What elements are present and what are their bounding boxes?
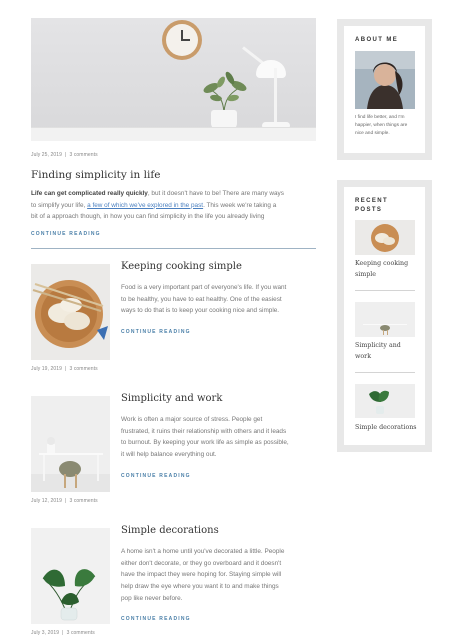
about-me-text: I find life better, and I'm happier, whe… [355,114,417,138]
featured-post-meta: July 25, 2019 | 3 comments [31,152,98,158]
post-date: July 3, 2019 [31,630,60,636]
excerpt-line: Food is a very important part of everyon… [121,284,287,291]
portrait-graphic [355,51,415,109]
excerpt-line: either don't decorate, or they go overbo… [121,559,282,567]
continue-reading-link-2[interactable]: CONTINUE READING [121,473,191,479]
excerpt-line: pop like never before. [121,594,183,602]
excerpt-line: frustrated, it ruins their relationship … [121,427,287,435]
comments-link[interactable]: 3 comments [69,152,97,158]
plant-graphic [203,71,247,113]
excerpt-line: Work is often a major source of stress. … [121,416,263,423]
recent-posts-widget: RECENT POSTS Keeping cooking simple Simp… [337,180,432,452]
post-thumbnail-decorations[interactable] [31,528,110,624]
recent-divider [355,290,415,291]
dumplings-bowl-graphic [31,264,110,360]
desk-chair-graphic [31,396,110,492]
excerpt-line: A home isn't a home until you've decorat… [121,548,285,555]
about-me-photo [355,51,415,109]
recent-post-line: Simplicity and [355,342,401,349]
dumplings-mini-graphic [355,220,415,255]
featured-post-excerpt: Life can get complicated really quickly,… [31,188,321,223]
recent-post-line: Simple decorations [355,424,417,431]
recent-post-thumb-1[interactable] [355,220,415,255]
wall-clock-graphic [162,20,202,60]
comments-link[interactable]: 3 comments [69,498,97,504]
section-divider [31,248,316,249]
excerpt-line3: bit of a approach though, in how you can… [31,213,265,221]
recent-post-line: simple [355,270,376,278]
post-excerpt-2: Work is often a major source of stress. … [121,414,321,461]
post-meta-3: July 3, 2019 | 3 comments [31,630,95,636]
excerpt-line2-post: . This week we're taking a [203,201,277,209]
about-line: I find life better, and I'm [355,115,405,120]
recent-post-thumb-3[interactable] [355,384,415,418]
continue-reading-link-3[interactable]: CONTINUE READING [121,616,191,622]
post-title-2[interactable]: Simplicity and work [121,393,222,404]
about-me-card: ABOUT ME I find life better, and I'm hap… [344,26,425,153]
excerpt-line: ways to do that is to keep your cooking … [121,307,280,315]
post-date: July 19, 2019 [31,366,63,372]
post-title-1[interactable]: Keeping cooking simple [121,261,242,272]
post-thumbnail-work[interactable] [31,396,110,492]
desk-mini-graphic [355,302,415,337]
excerpt-lead-rest: , but it doesn't have to be! There are m… [147,190,284,197]
featured-image[interactable] [31,18,316,141]
recent-post-link-3[interactable]: Simple decorations [355,423,417,434]
post-meta-2: July 12, 2019 | 3 comments [31,498,98,504]
excerpt-line: to burnout. By keeping your work life as… [121,439,289,447]
post-thumbnail-cooking[interactable] [31,264,110,360]
recent-posts-card: RECENT POSTS Keeping cooking simple Simp… [344,187,425,445]
comments-link[interactable]: 3 comments [69,366,97,372]
recent-title-line2: POSTS [355,207,383,213]
comments-link[interactable]: 3 comments [67,630,95,636]
about-line: nice and simple. [355,131,390,136]
table-graphic [31,127,316,141]
excerpt-line: it will help balance everything out. [121,451,217,459]
about-me-title: ABOUT ME [355,37,399,43]
recent-title-line1: RECENT [355,198,389,204]
lamp-pole-graphic [274,68,277,124]
recent-post-line: work [355,352,372,360]
recent-posts-title: RECENT POSTS [355,197,388,215]
leaf-mini-graphic [355,384,415,418]
leaf-vase-graphic [31,528,110,624]
post-date: July 12, 2019 [31,498,63,504]
excerpt-line: help draw the eye where you want it to a… [121,583,279,591]
recent-divider [355,372,415,373]
recent-post-thumb-2[interactable] [355,302,415,337]
recent-post-link-2[interactable]: Simplicity and work [355,341,417,362]
about-me-widget: ABOUT ME I find life better, and I'm hap… [337,19,432,160]
recent-post-line: Keeping cooking [355,260,409,267]
excerpt-line: to be healthy, you have to eat healthy. … [121,295,282,303]
excerpt-line: have the impact they were hoping for. St… [121,571,282,579]
post-meta-1: July 19, 2019 | 3 comments [31,366,98,372]
excerpt-line2-pre: to simplify your life, [31,201,88,209]
excerpt-lead-bold: Life can get complicated really quickly [31,190,148,197]
post-date: July 25, 2019 [31,152,63,158]
continue-reading-link-1[interactable]: CONTINUE READING [121,329,191,335]
about-line: happier, when things are [355,123,408,128]
featured-post-title[interactable]: Finding simplicity in life [31,169,160,181]
post-title-3[interactable]: Simple decorations [121,525,219,536]
recent-post-link-1[interactable]: Keeping cooking simple [355,259,417,280]
featured-continue-reading-link[interactable]: CONTINUE READING [31,231,101,237]
post-excerpt-1: Food is a very important part of everyon… [121,282,321,317]
post-excerpt-3: A home isn't a home until you've decorat… [121,546,321,605]
excerpt-inline-link[interactable]: a few of which we've explored in the pas… [87,202,203,209]
